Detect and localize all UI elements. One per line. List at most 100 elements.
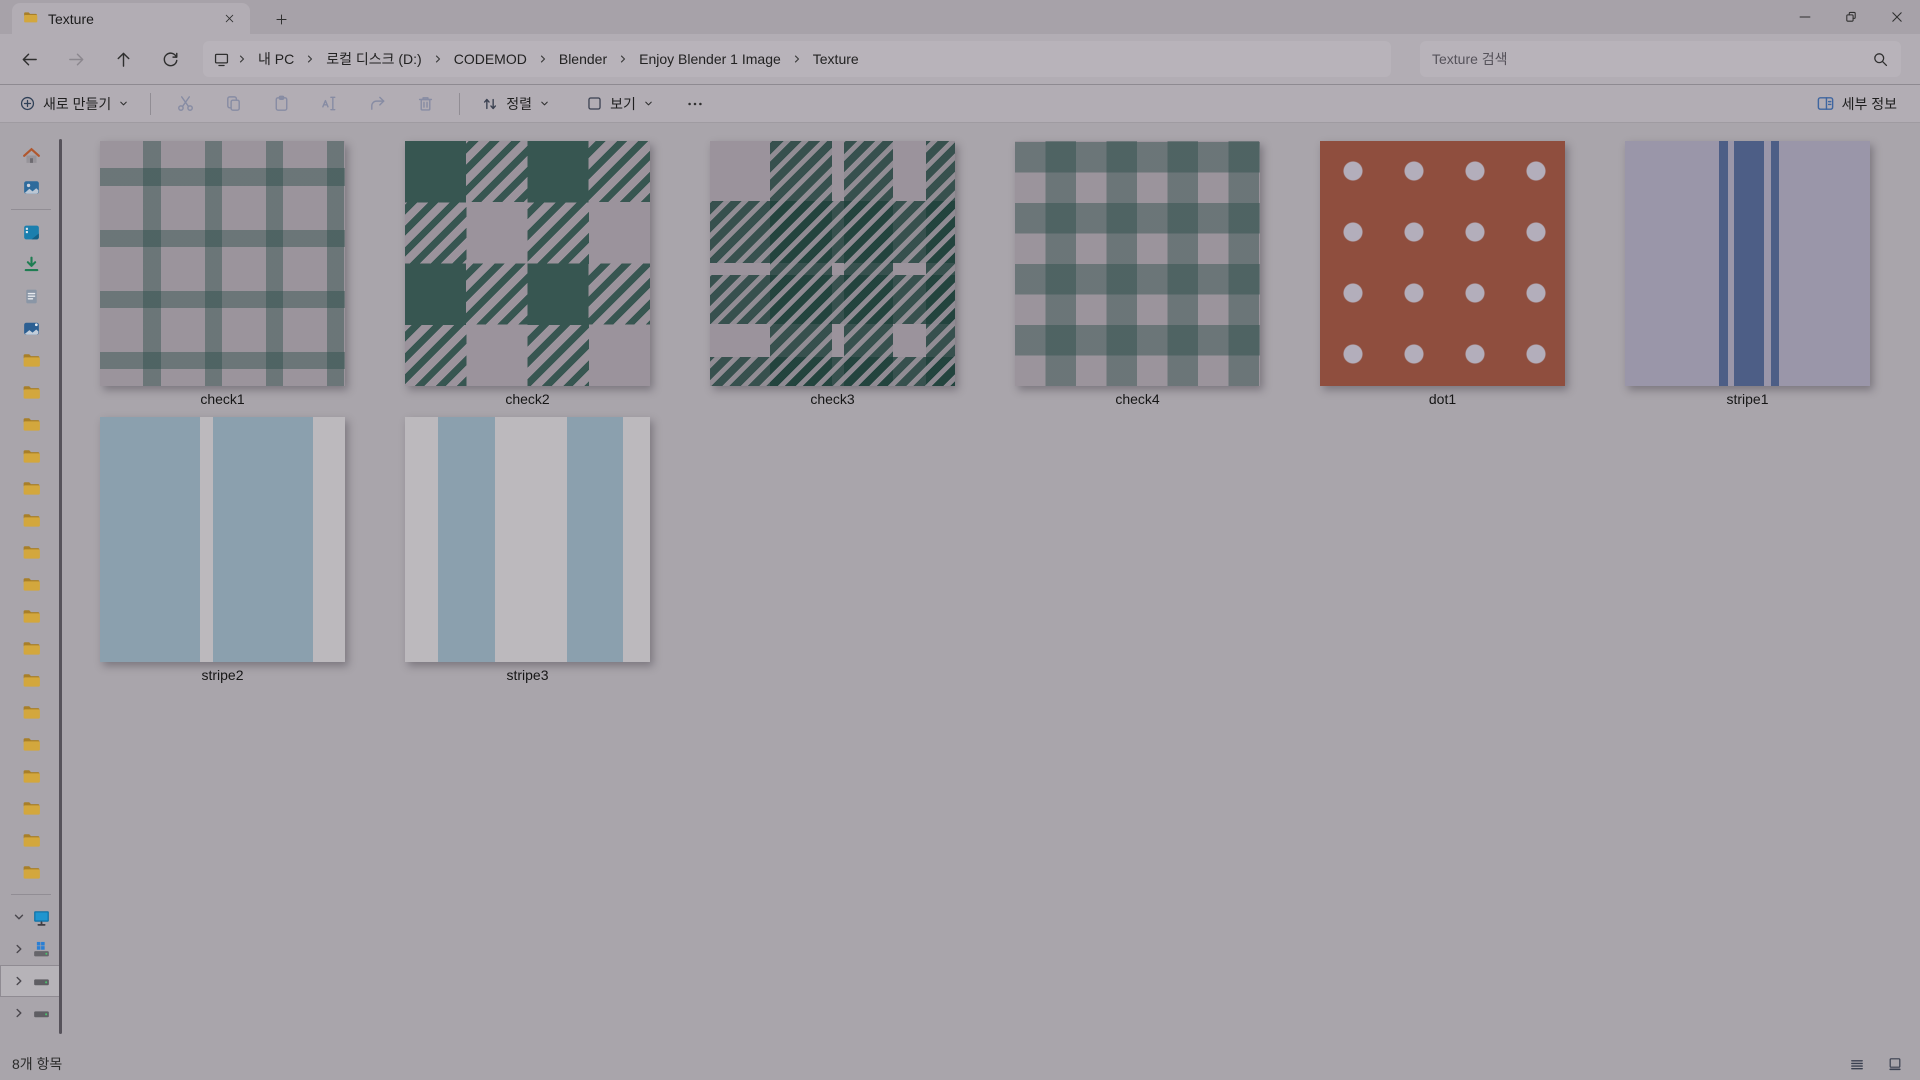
search-input[interactable] xyxy=(1432,51,1872,67)
sidebar-item-folder[interactable] xyxy=(0,664,62,696)
file-item[interactable]: check4 xyxy=(1015,141,1260,411)
share-icon[interactable] xyxy=(355,88,399,120)
sort-button[interactable]: 정렬 xyxy=(472,88,559,120)
file-thumbnail-check2[interactable] xyxy=(405,141,650,386)
chevron-down-icon[interactable] xyxy=(12,911,26,923)
sidebar-item-folder[interactable] xyxy=(0,632,62,664)
sidebar-item-folder[interactable] xyxy=(0,728,62,760)
sidebar-item-folder[interactable] xyxy=(0,504,62,536)
sidebar-item-pictures[interactable] xyxy=(0,312,62,344)
file-name-label: stripe2 xyxy=(100,667,345,687)
file-thumbnail-dot1[interactable] xyxy=(1320,141,1565,386)
details-view-icon[interactable] xyxy=(1844,1052,1870,1076)
sidebar-item-documents[interactable] xyxy=(0,280,62,312)
sidebar-item-folder[interactable] xyxy=(0,344,62,376)
file-item[interactable]: check3 xyxy=(710,141,955,411)
file-name-label: check4 xyxy=(1015,391,1260,411)
new-button-label: 새로 만들기 xyxy=(43,94,111,114)
search-icon[interactable] xyxy=(1872,51,1889,68)
new-tab-button[interactable] xyxy=(266,4,296,34)
folder-icon xyxy=(21,574,42,595)
sidebar-item-folder[interactable] xyxy=(0,568,62,600)
back-icon[interactable] xyxy=(10,41,48,77)
file-thumbnail-check4[interactable] xyxy=(1015,141,1260,386)
minimize-button[interactable] xyxy=(1782,0,1828,34)
search-box[interactable] xyxy=(1420,41,1901,77)
delete-icon[interactable] xyxy=(403,88,447,120)
file-explorer-window: Texture xyxy=(0,0,1920,1080)
explorer-tab[interactable]: Texture xyxy=(12,3,250,34)
file-thumbnail-stripe1[interactable] xyxy=(1625,141,1870,386)
sidebar-item-desktop[interactable] xyxy=(0,216,62,248)
file-thumbnail-stripe3[interactable] xyxy=(405,417,650,662)
sidebar-item-folder[interactable] xyxy=(0,536,62,568)
refresh-icon[interactable] xyxy=(151,41,189,77)
title-bar: Texture xyxy=(0,0,1920,34)
breadcrumb-item[interactable]: Blender xyxy=(553,48,613,70)
details-pane-button[interactable]: 세부 정보 xyxy=(1807,88,1906,120)
command-toolbar: 새로 만들기 정렬 보기 세부 정보 xyxy=(0,84,1920,123)
desktop-icon xyxy=(21,222,42,243)
restore-button[interactable] xyxy=(1828,0,1874,34)
sidebar-item-folder[interactable] xyxy=(0,600,62,632)
forward-icon[interactable] xyxy=(57,41,95,77)
folder-icon xyxy=(21,510,42,531)
chevron-right-icon[interactable] xyxy=(12,975,26,987)
file-item[interactable]: stripe1 xyxy=(1625,141,1870,411)
new-button[interactable]: 새로 만들기 xyxy=(10,88,138,120)
folder-icon xyxy=(21,542,42,563)
file-item[interactable]: check1 xyxy=(100,141,345,411)
view-button[interactable]: 보기 xyxy=(577,88,663,120)
file-item[interactable]: stripe3 xyxy=(405,417,650,687)
item-count-label: 8개 항목 xyxy=(12,1054,62,1074)
tab-close-icon[interactable] xyxy=(218,8,240,30)
windows-drive-icon xyxy=(31,939,52,960)
close-button[interactable] xyxy=(1874,0,1920,34)
file-item[interactable]: dot1 xyxy=(1320,141,1565,411)
navigation-pane xyxy=(0,123,62,1048)
sidebar-item-folder[interactable] xyxy=(0,824,62,856)
file-thumbnail-check1[interactable] xyxy=(100,141,345,386)
file-item[interactable]: check2 xyxy=(405,141,650,411)
sidebar-item-folder[interactable] xyxy=(0,856,62,888)
sidebar-item-windows-drive[interactable] xyxy=(0,933,62,965)
sidebar-item-folder[interactable] xyxy=(0,376,62,408)
file-name-label: check2 xyxy=(405,391,650,411)
sidebar-item-home[interactable] xyxy=(0,139,62,171)
folder-icon xyxy=(21,766,42,787)
sidebar-item-downloads[interactable] xyxy=(0,248,62,280)
breadcrumb-item[interactable]: 로컬 디스크 (D:) xyxy=(320,46,428,72)
sidebar-item-folder[interactable] xyxy=(0,472,62,504)
file-thumbnail-check3[interactable] xyxy=(710,141,955,386)
cut-icon[interactable] xyxy=(163,88,207,120)
breadcrumb-item[interactable]: CODEMOD xyxy=(448,48,533,70)
sidebar-item-gallery[interactable] xyxy=(0,171,62,203)
sidebar-item-drive[interactable] xyxy=(0,997,62,1029)
up-icon[interactable] xyxy=(104,41,142,77)
file-thumbnail-stripe2[interactable] xyxy=(100,417,345,662)
sidebar-item-folder[interactable] xyxy=(0,792,62,824)
sidebar-item-drive-selected[interactable] xyxy=(0,965,62,997)
sidebar-item-monitor[interactable] xyxy=(0,901,62,933)
copy-icon[interactable] xyxy=(211,88,255,120)
breadcrumb-chevron-icon xyxy=(792,54,802,64)
breadcrumb-item[interactable]: Texture xyxy=(807,48,865,70)
toolbar-divider xyxy=(459,93,460,115)
thumbnail-view-icon[interactable] xyxy=(1882,1052,1908,1076)
more-options-icon[interactable] xyxy=(677,88,713,120)
sidebar-item-folder[interactable] xyxy=(0,440,62,472)
breadcrumb-item[interactable]: Enjoy Blender 1 Image xyxy=(633,48,787,70)
sidebar-scrollbar[interactable] xyxy=(59,139,62,1034)
sidebar-item-folder[interactable] xyxy=(0,696,62,728)
breadcrumb-item[interactable]: 내 PC xyxy=(252,46,300,72)
chevron-right-icon[interactable] xyxy=(12,943,26,955)
chevron-right-icon[interactable] xyxy=(12,1007,26,1019)
file-item[interactable]: stripe2 xyxy=(100,417,345,687)
address-bar[interactable]: 내 PC 로컬 디스크 (D:) CODEMOD Blender Enjoy Blend… xyxy=(203,41,1391,77)
sidebar-item-folder[interactable] xyxy=(0,408,62,440)
paste-icon[interactable] xyxy=(259,88,303,120)
folder-icon xyxy=(21,670,42,691)
sidebar-item-folder[interactable] xyxy=(0,760,62,792)
rename-icon[interactable] xyxy=(307,88,351,120)
file-name-label: stripe3 xyxy=(405,667,650,687)
